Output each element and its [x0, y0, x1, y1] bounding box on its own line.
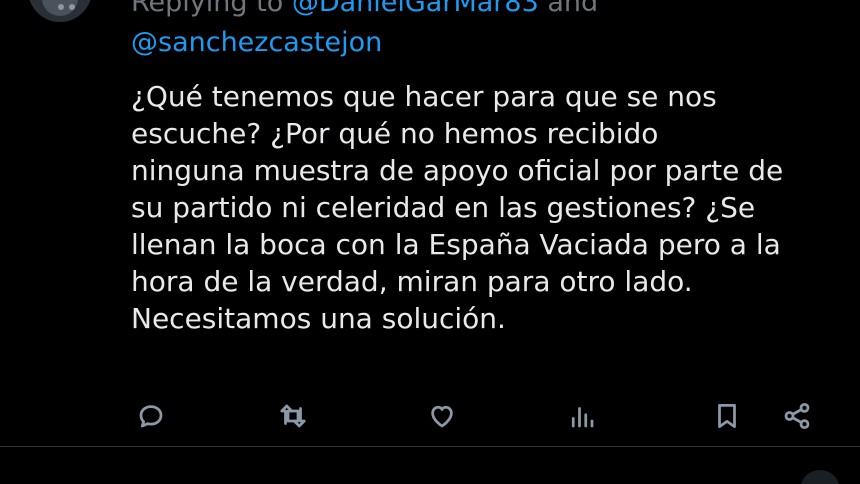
bookmark-icon	[718, 404, 736, 428]
dot	[69, 4, 75, 10]
reply-handle-2[interactable]: @sanchezcastejon	[131, 26, 382, 60]
reply-handle-1[interactable]: @DanielGarMar83	[292, 0, 539, 18]
reply-icon	[139, 405, 163, 428]
reply-conjunction: and	[547, 0, 599, 18]
tweet-text: ¿Qué tenemos que hacer para que se nos e…	[131, 80, 784, 335]
divider	[0, 446, 860, 447]
retweet-icon	[280, 404, 306, 428]
reply-button[interactable]	[131, 396, 171, 436]
views-icon	[571, 407, 594, 428]
bookmark-button[interactable]	[707, 396, 747, 436]
more-options-icon[interactable]	[58, 0, 94, 14]
like-icon	[431, 405, 453, 428]
next-tweet-avatar	[800, 470, 840, 484]
replying-prefix: Replying to	[131, 0, 284, 18]
share-button[interactable]	[777, 396, 817, 436]
share-icon	[784, 403, 810, 429]
tweet-actions-bar	[0, 396, 860, 440]
dot	[58, 4, 64, 10]
retweet-button[interactable]	[273, 396, 313, 436]
like-button[interactable]	[422, 396, 462, 436]
replying-to-line: Replying to @DanielGarMar83 and	[131, 0, 598, 20]
views-button[interactable]	[562, 396, 602, 436]
